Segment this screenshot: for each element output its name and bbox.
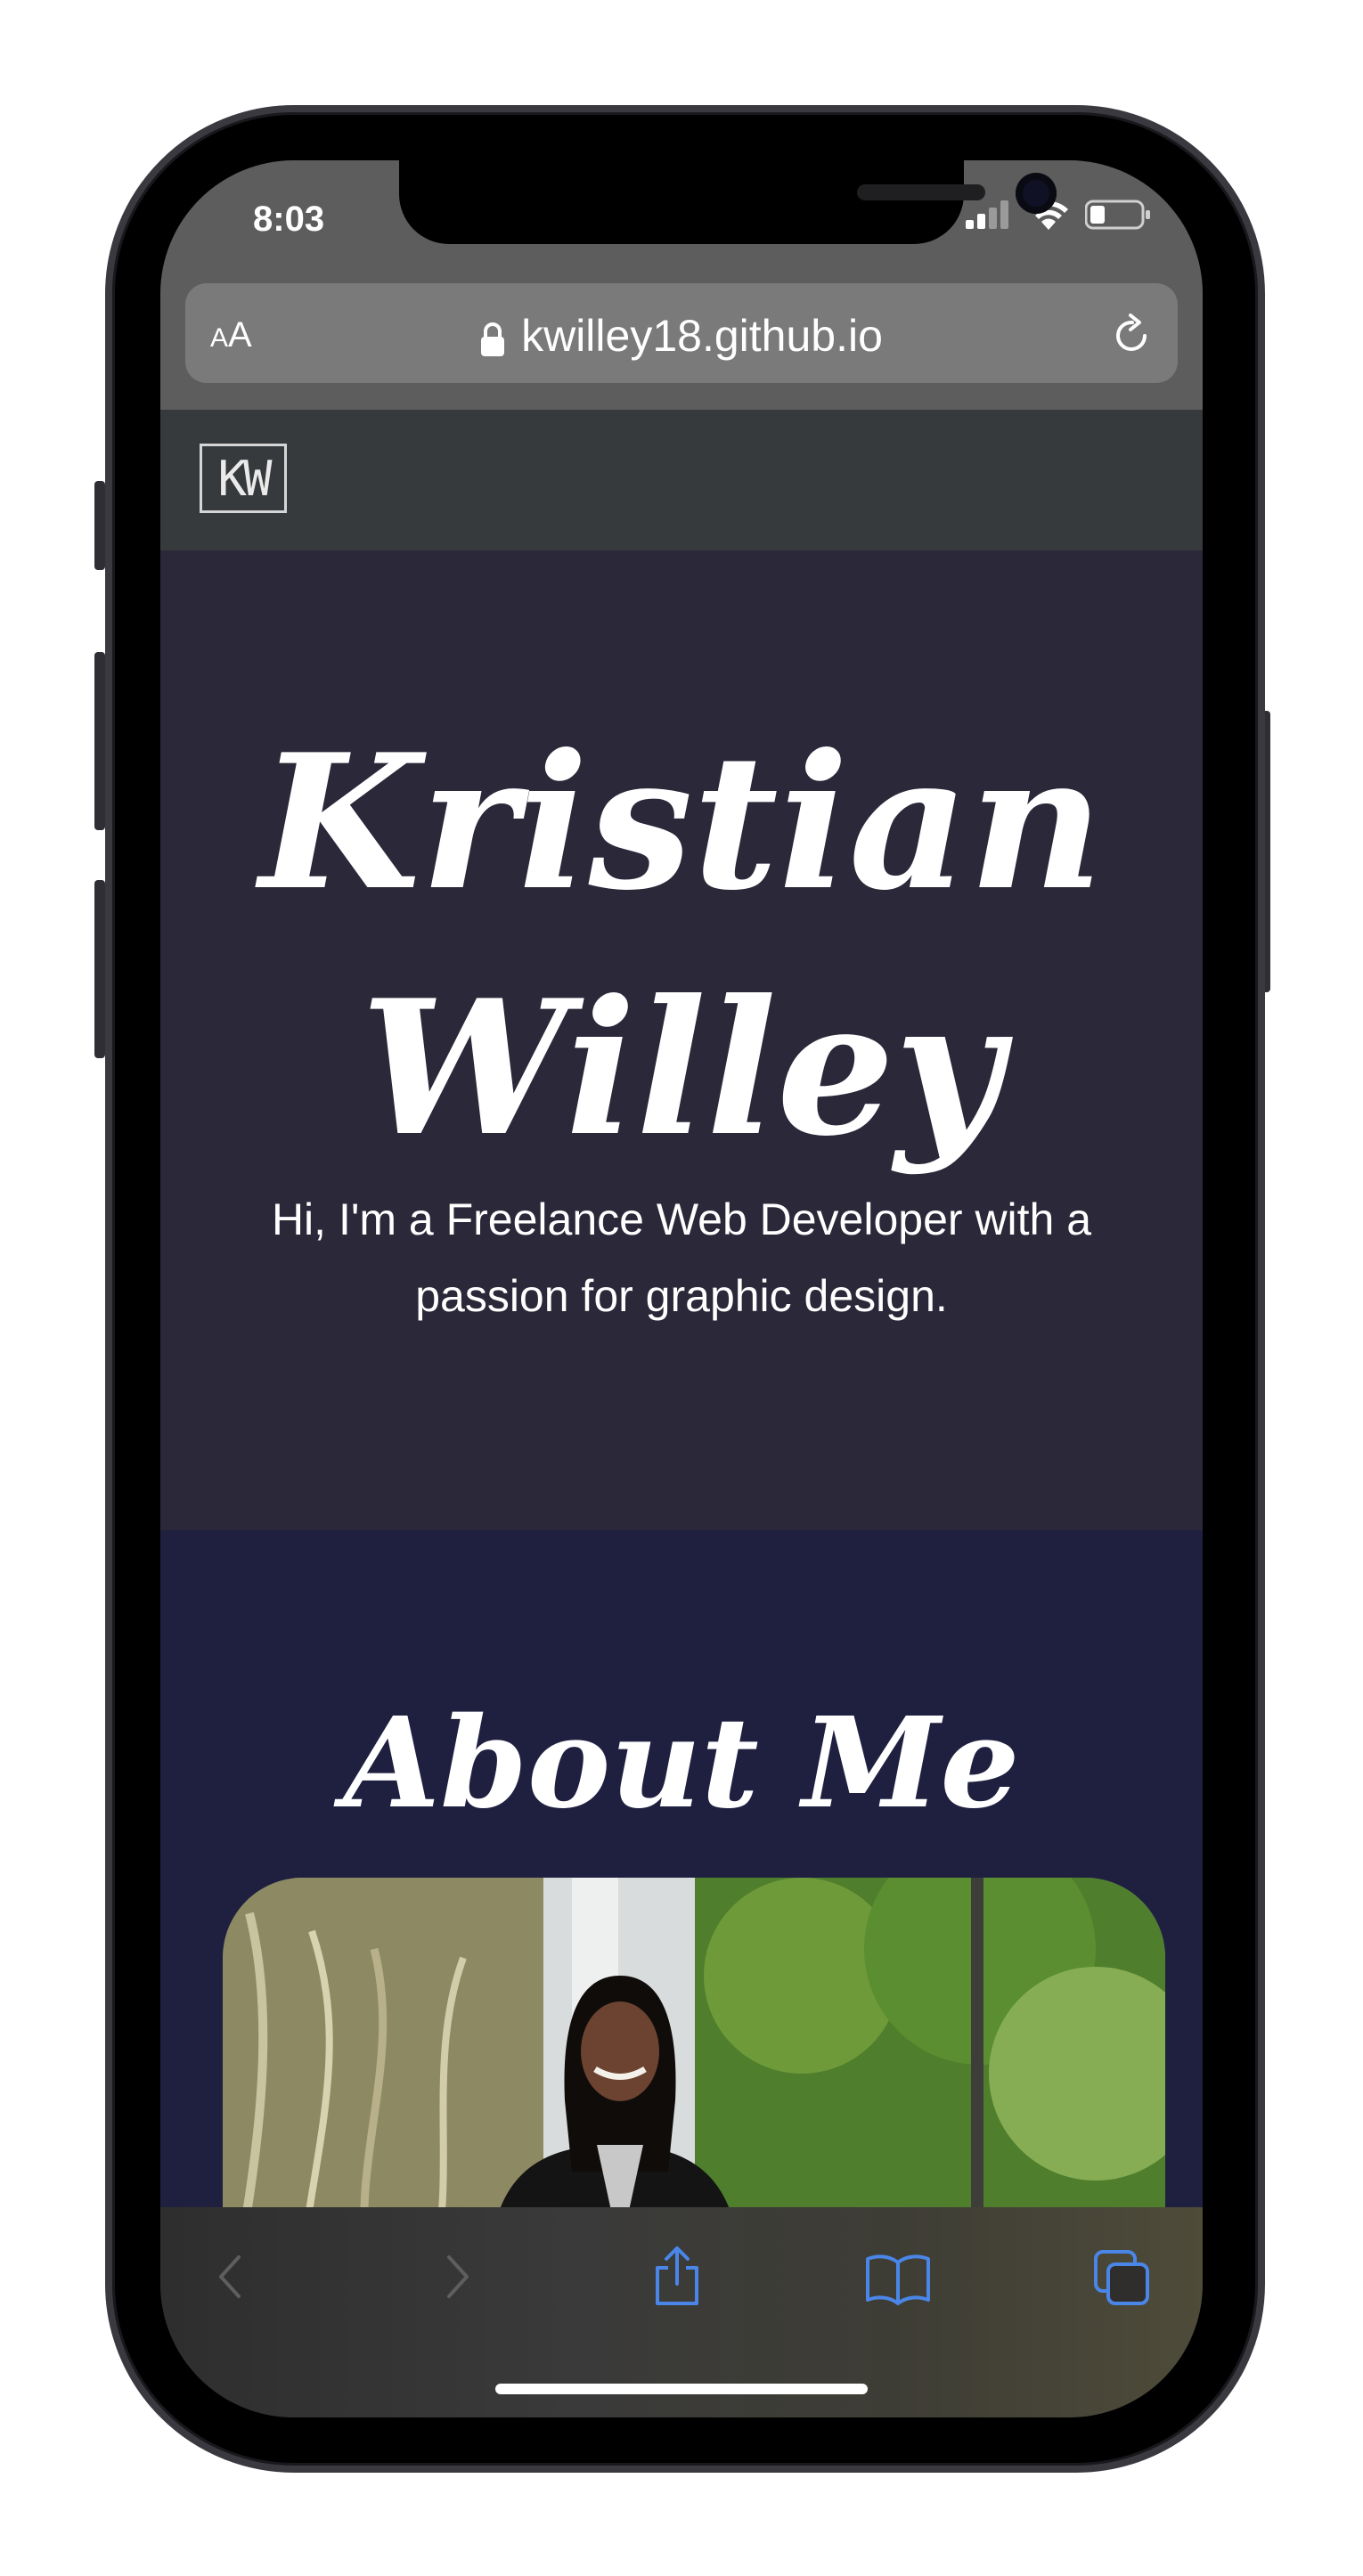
hero-name: Kristian Willey — [160, 700, 1203, 1192]
about-title: About Me — [343, 1691, 1020, 1837]
reload-icon[interactable] — [1112, 312, 1153, 355]
site-navbar: KW — [160, 410, 1203, 550]
volume-down-button — [94, 880, 105, 1058]
signal-icon — [966, 200, 1008, 229]
home-indicator[interactable] — [495, 2384, 868, 2394]
silent-switch — [94, 481, 105, 570]
site-logo[interactable]: KW — [200, 444, 287, 513]
camera-notch — [399, 160, 1057, 244]
address-bar[interactable]: AA kwilley18.github.io — [185, 283, 1178, 383]
phone-screen: 8:03 AA kwilley18.github.io KW Kristian … — [160, 160, 1203, 2417]
volume-up-button — [94, 652, 105, 830]
hero-name-last: Willey — [360, 960, 1003, 1178]
status-icons — [966, 200, 1151, 230]
bookmarks-icon[interactable] — [864, 2252, 932, 2305]
battery-icon — [1085, 200, 1150, 230]
earpiece-speaker — [857, 184, 985, 200]
hero-name-first: Kristian — [259, 714, 1104, 932]
tabs-icon[interactable] — [1092, 2248, 1151, 2307]
hero-tagline: Hi, I'm a Freelance Web Developer with a… — [271, 1194, 1092, 1321]
back-icon[interactable] — [212, 2252, 248, 2302]
profile-photo-illustration — [223, 1878, 1165, 2252]
status-time: 8:03 — [253, 200, 325, 239]
about-section: About Me — [160, 1530, 1203, 2252]
lock-icon — [481, 322, 505, 356]
url-text: kwilley18.github.io — [521, 311, 883, 361]
profile-photo — [223, 1878, 1165, 2252]
front-camera — [1016, 173, 1057, 214]
url-field[interactable]: kwilley18.github.io — [185, 310, 1178, 362]
hero-section: Kristian Willey Hi, I'm a Freelance Web … — [160, 550, 1203, 1530]
share-icon[interactable] — [650, 2245, 704, 2307]
forward-icon[interactable] — [440, 2252, 476, 2302]
